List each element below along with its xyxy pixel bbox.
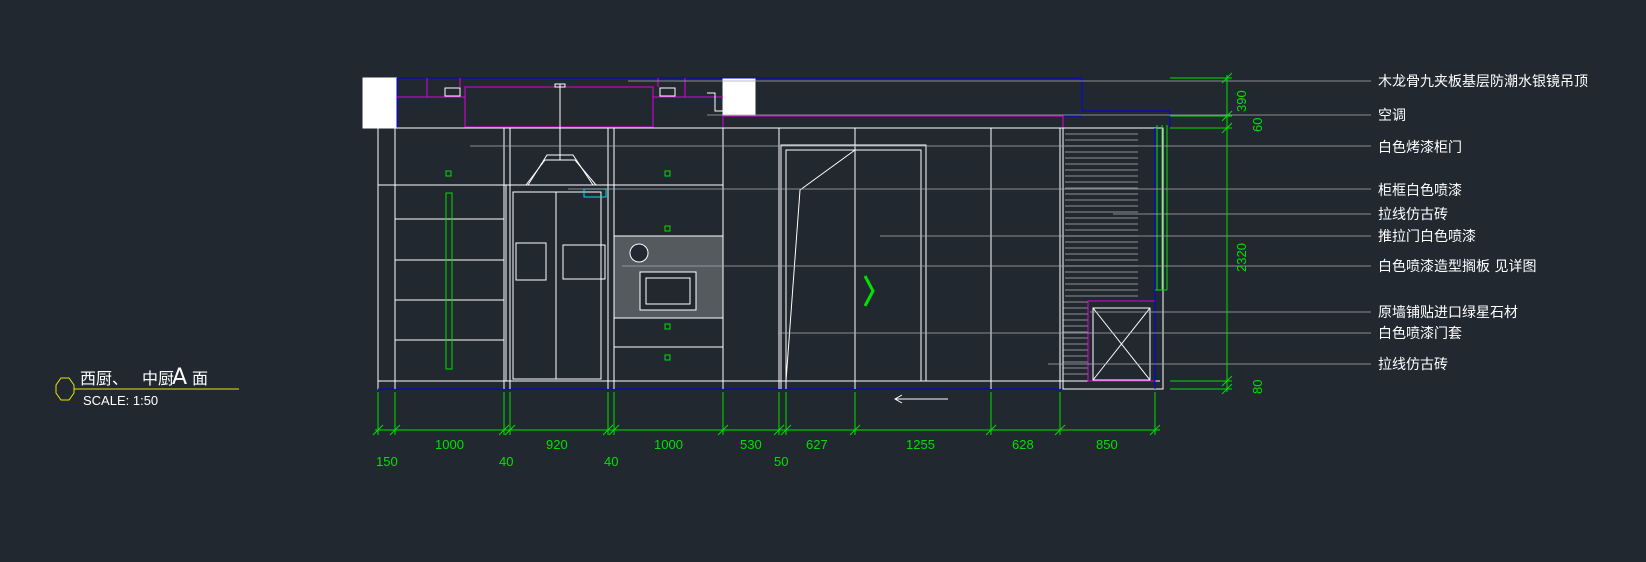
annotation-label: 白色喷漆造型搁板 见详图 bbox=[1378, 258, 1536, 275]
niche-frame bbox=[1087, 300, 1156, 382]
annotation-label: 空调 bbox=[1378, 108, 1406, 124]
horizontal-dimension-lines bbox=[372, 392, 1161, 436]
dim-horizontal: 50 bbox=[774, 454, 788, 469]
dim-vertical: 390 bbox=[1234, 90, 1249, 112]
vertical-dimension-texts: 390 60 2320 80 bbox=[1234, 90, 1265, 394]
dim-vertical: 60 bbox=[1250, 118, 1265, 132]
annotation-label: 原墙铺贴进口绿星石材 bbox=[1378, 305, 1518, 321]
annotation-label: 推拉门白色喷漆 bbox=[1378, 228, 1476, 245]
dim-horizontal: 150 bbox=[376, 454, 398, 469]
dim-horizontal: 850 bbox=[1096, 437, 1118, 452]
annotation-label: 白色烤漆柜门 bbox=[1378, 139, 1462, 156]
dim-horizontal: 530 bbox=[740, 437, 762, 452]
annotation-label: 拉线仿古砖 bbox=[1378, 207, 1448, 223]
dim-horizontal: 40 bbox=[499, 454, 513, 469]
title-big-letter: A bbox=[172, 365, 187, 390]
annotation-label: 白色喷漆门套 bbox=[1378, 325, 1462, 342]
ceiling-block-middle bbox=[722, 77, 756, 117]
dim-horizontal: 1000 bbox=[435, 437, 464, 452]
annotation-label: 柜框白色喷漆 bbox=[1378, 182, 1462, 199]
dim-horizontal: 920 bbox=[546, 437, 568, 452]
vertical-dimension-lines bbox=[1170, 72, 1233, 395]
annotation-labels: 木龙骨九夹板基层防潮水银镜吊顶 空调 白色烤漆柜门 柜框白色喷漆 拉线仿古砖 推… bbox=[1378, 73, 1588, 373]
dim-vertical: 2320 bbox=[1234, 243, 1249, 272]
scale-label: SCALE: 1:50 bbox=[83, 393, 158, 408]
dim-horizontal: 40 bbox=[604, 454, 618, 469]
refrigerator bbox=[505, 184, 609, 382]
drawing-geometry bbox=[362, 77, 1171, 404]
title-marker-icon bbox=[55, 377, 75, 401]
range-hood-soffit bbox=[464, 86, 654, 128]
ceiling-outline bbox=[397, 77, 1171, 128]
horizontal-dimension-texts: 1000 920 1000 530 627 1255 628 850 150 4… bbox=[376, 437, 1118, 469]
ceiling-block-left bbox=[362, 77, 398, 129]
dim-horizontal: 627 bbox=[806, 437, 828, 452]
dim-horizontal: 1255 bbox=[906, 437, 935, 452]
annotation-label: 木龙骨九夹板基层防潮水银镜吊顶 bbox=[1378, 73, 1588, 90]
title-part3: 面 bbox=[192, 369, 208, 388]
dim-vertical: 80 bbox=[1250, 380, 1265, 394]
title-part1: 西厨、 bbox=[80, 369, 128, 388]
door-handle bbox=[863, 275, 875, 307]
cad-elevation-drawing: 木龙骨九夹板基层防潮水银镜吊顶 空调 白色烤漆柜门 柜框白色喷漆 拉线仿古砖 推… bbox=[55, 72, 1588, 469]
title-part2: 中厨 bbox=[142, 369, 174, 388]
dim-horizontal: 1000 bbox=[654, 437, 683, 452]
title-block: 西厨、 中厨 A 面 SCALE: 1:50 bbox=[55, 365, 239, 408]
annotation-label: 拉线仿古砖 bbox=[1378, 357, 1448, 373]
dim-horizontal: 628 bbox=[1012, 437, 1034, 452]
